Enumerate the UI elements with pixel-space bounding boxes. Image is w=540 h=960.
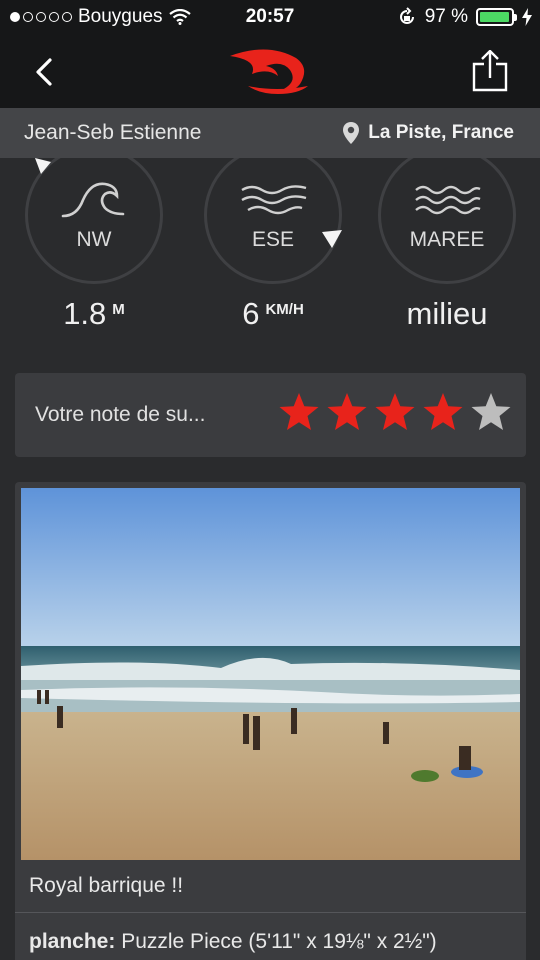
session-photo[interactable] xyxy=(21,488,520,860)
battery-percent: 97 % xyxy=(424,6,468,27)
star-filled-icon[interactable] xyxy=(326,391,368,433)
status-bar: Bouygues 20:57 97 % xyxy=(0,0,540,36)
tide-state-value: milieu xyxy=(406,296,488,331)
rating-stars[interactable] xyxy=(278,391,512,433)
wind-icon xyxy=(241,185,307,215)
conditions-panel: NW 1.8 M ESE 6 KM/H MAREE milieu xyxy=(0,158,540,348)
star-filled-icon[interactable] xyxy=(374,391,416,433)
rating-label: Votre note de su... xyxy=(35,403,206,426)
location-pin-icon xyxy=(343,122,360,144)
wind-direction: ESE xyxy=(251,228,295,251)
swell-height-value: 1.8 xyxy=(63,296,107,331)
card-divider xyxy=(15,912,526,913)
session-post-card: Royal barrique !! planche: Puzzle Piece … xyxy=(15,482,526,960)
rotation-lock-icon xyxy=(399,7,414,24)
session-rating-row: Votre note de su... xyxy=(15,373,526,457)
board-info: planche: Puzzle Piece (5'11" x 19⅛" x 2½… xyxy=(29,930,437,954)
wind-speed-unit: KM/H xyxy=(265,301,304,318)
location-link[interactable]: La Piste, France xyxy=(342,121,514,145)
wind-speed-value: 6 xyxy=(242,296,260,331)
tide-label: MAREE xyxy=(409,228,485,251)
post-caption: Royal barrique !! xyxy=(29,874,184,897)
star-empty-icon[interactable] xyxy=(470,391,512,433)
share-icon[interactable] xyxy=(470,50,510,92)
nav-bar xyxy=(0,36,540,108)
tide-state: milieu xyxy=(368,296,526,332)
swell-dial xyxy=(25,158,163,284)
beach-surf-photo xyxy=(21,488,520,860)
wind-speed: 6 KM/H xyxy=(194,296,352,332)
battery-icon xyxy=(476,8,517,26)
wave-icon xyxy=(61,182,125,218)
user-name[interactable]: Jean-Seb Estienne xyxy=(24,121,201,145)
swell-direction: NW xyxy=(76,228,112,251)
wind-dial xyxy=(204,158,342,284)
rip-curl-wave-logo xyxy=(230,49,308,94)
tide-dial xyxy=(378,158,516,284)
status-right: 97 % xyxy=(397,6,532,28)
swell-direction-pointer xyxy=(35,158,51,174)
star-filled-icon[interactable] xyxy=(422,391,464,433)
charging-icon xyxy=(522,8,532,26)
board-value: Puzzle Piece (5'11" x 19⅛" x 2½") xyxy=(115,930,437,953)
board-label: planche: xyxy=(29,930,116,953)
swell-height: 1.8 M xyxy=(15,296,173,332)
star-filled-icon[interactable] xyxy=(278,391,320,433)
location-name: La Piste, France xyxy=(368,122,514,143)
tide-icon xyxy=(415,185,481,215)
swell-height-unit: M xyxy=(112,301,125,318)
back-chevron-icon[interactable] xyxy=(30,56,60,88)
user-location-bar: Jean-Seb Estienne La Piste, France xyxy=(0,108,540,158)
